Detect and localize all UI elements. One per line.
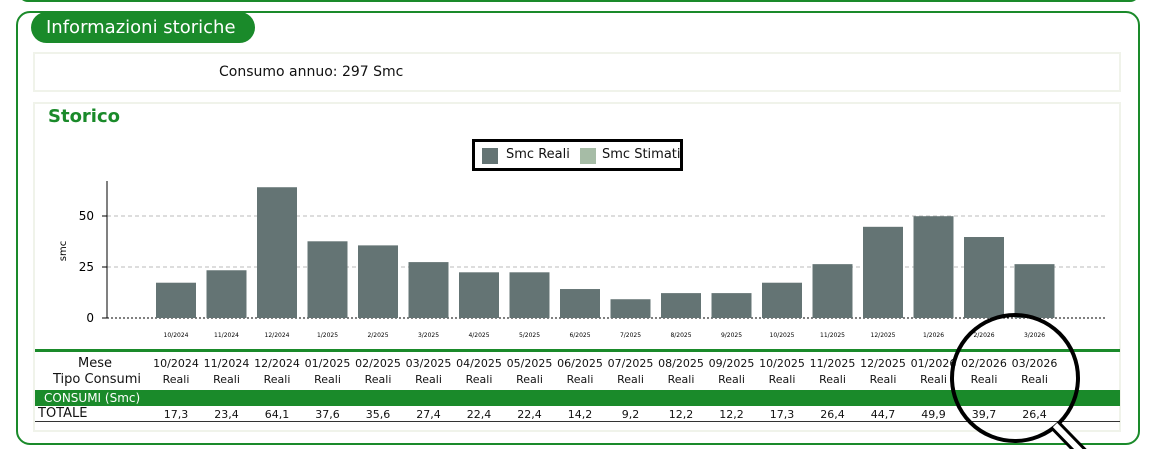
magnifier-icon (950, 313, 1087, 449)
